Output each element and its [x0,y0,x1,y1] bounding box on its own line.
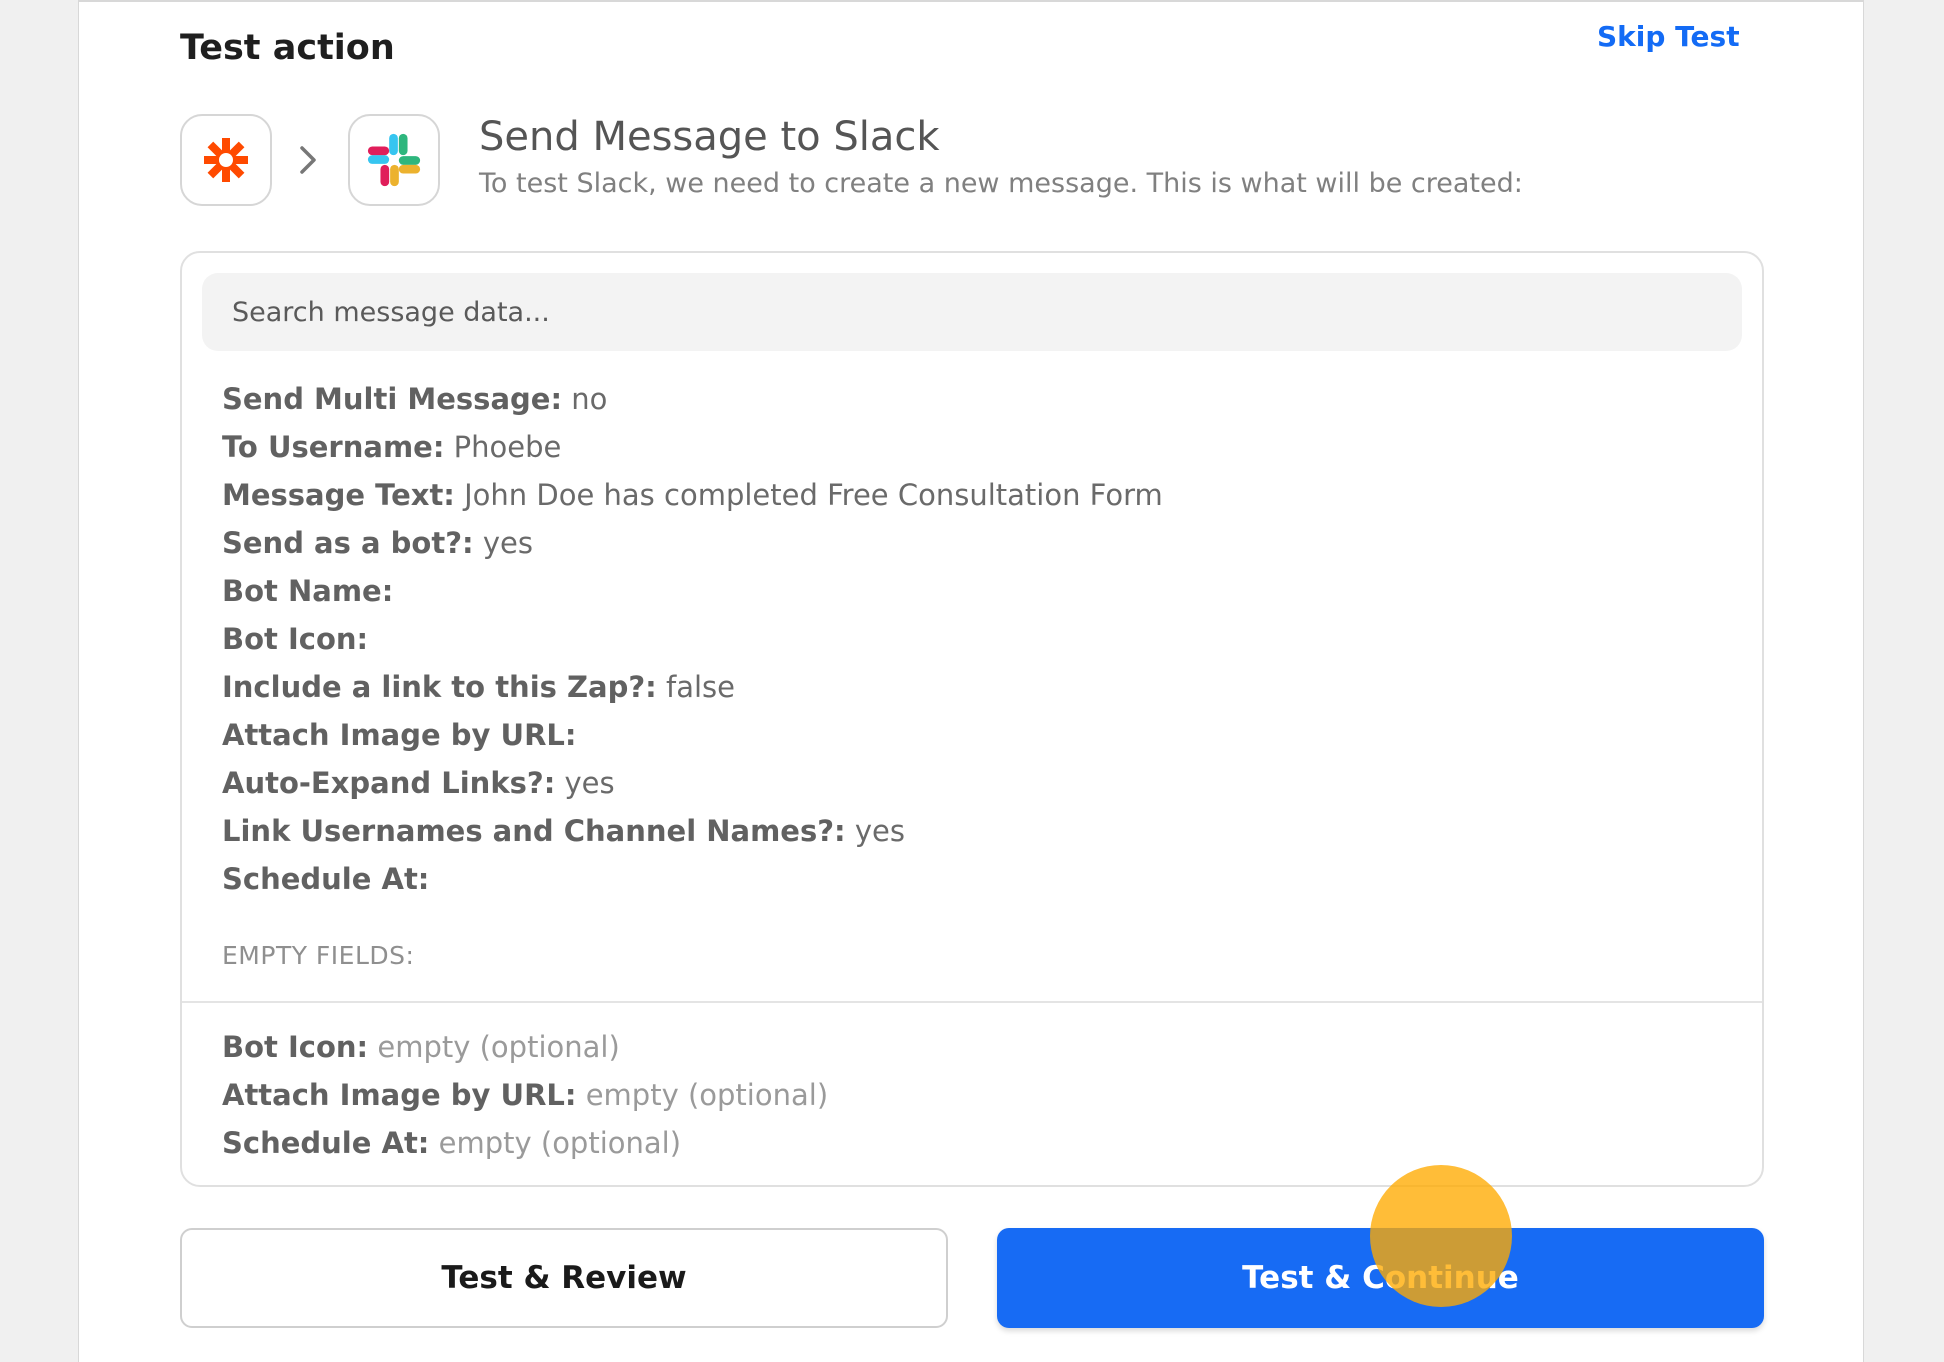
message-data-card: Send Multi Message: no To Username: Phoe… [180,251,1764,1187]
test-and-review-button[interactable]: Test & Review [180,1228,948,1328]
empty-fields-heading: EMPTY FIELDS: [222,941,415,970]
section-title: Test action [180,28,395,68]
skip-test-link[interactable]: Skip Test [1597,20,1740,53]
list-item: Send as a bot?: yes [222,526,533,560]
list-item: To Username: Phoebe [222,430,562,464]
trigger-app-tile [180,114,272,206]
list-item: Link Usernames and Channel Names?: yes [222,814,905,848]
cursor-highlight [1370,1165,1512,1307]
list-item: Attach Image by URL: [222,718,577,752]
zapier-asterisk-icon [204,138,248,182]
list-item: Bot Icon: [222,622,369,656]
list-item: Attach Image by URL: empty (optional) [222,1078,829,1112]
list-item: Send Multi Message: no [222,382,608,416]
action-app-tile [348,114,440,206]
empty-field-list: Bot Icon: empty (optional) Attach Image … [222,1023,828,1167]
list-item: Include a link to this Zap?: false [222,670,735,704]
field-list: Send Multi Message: no To Username: Phoe… [222,375,1163,903]
list-item: Message Text: John Doe has completed Fre… [222,478,1163,512]
slack-icon [367,133,421,187]
step-subtitle: To test Slack, we need to create a new m… [479,168,1523,199]
test-action-panel: Test action Skip Test Send Message to Sl… [78,0,1864,1362]
list-item: Schedule At: [222,862,430,896]
step-title: Send Message to Slack [479,114,940,160]
divider [182,1001,1762,1003]
chevron-right-icon [300,146,316,174]
list-item: Bot Icon: empty (optional) [222,1030,620,1064]
search-input[interactable] [202,273,1742,351]
list-item: Auto-Expand Links?: yes [222,766,615,800]
list-item: Schedule At: empty (optional) [222,1126,682,1160]
list-item: Bot Name: [222,574,394,608]
